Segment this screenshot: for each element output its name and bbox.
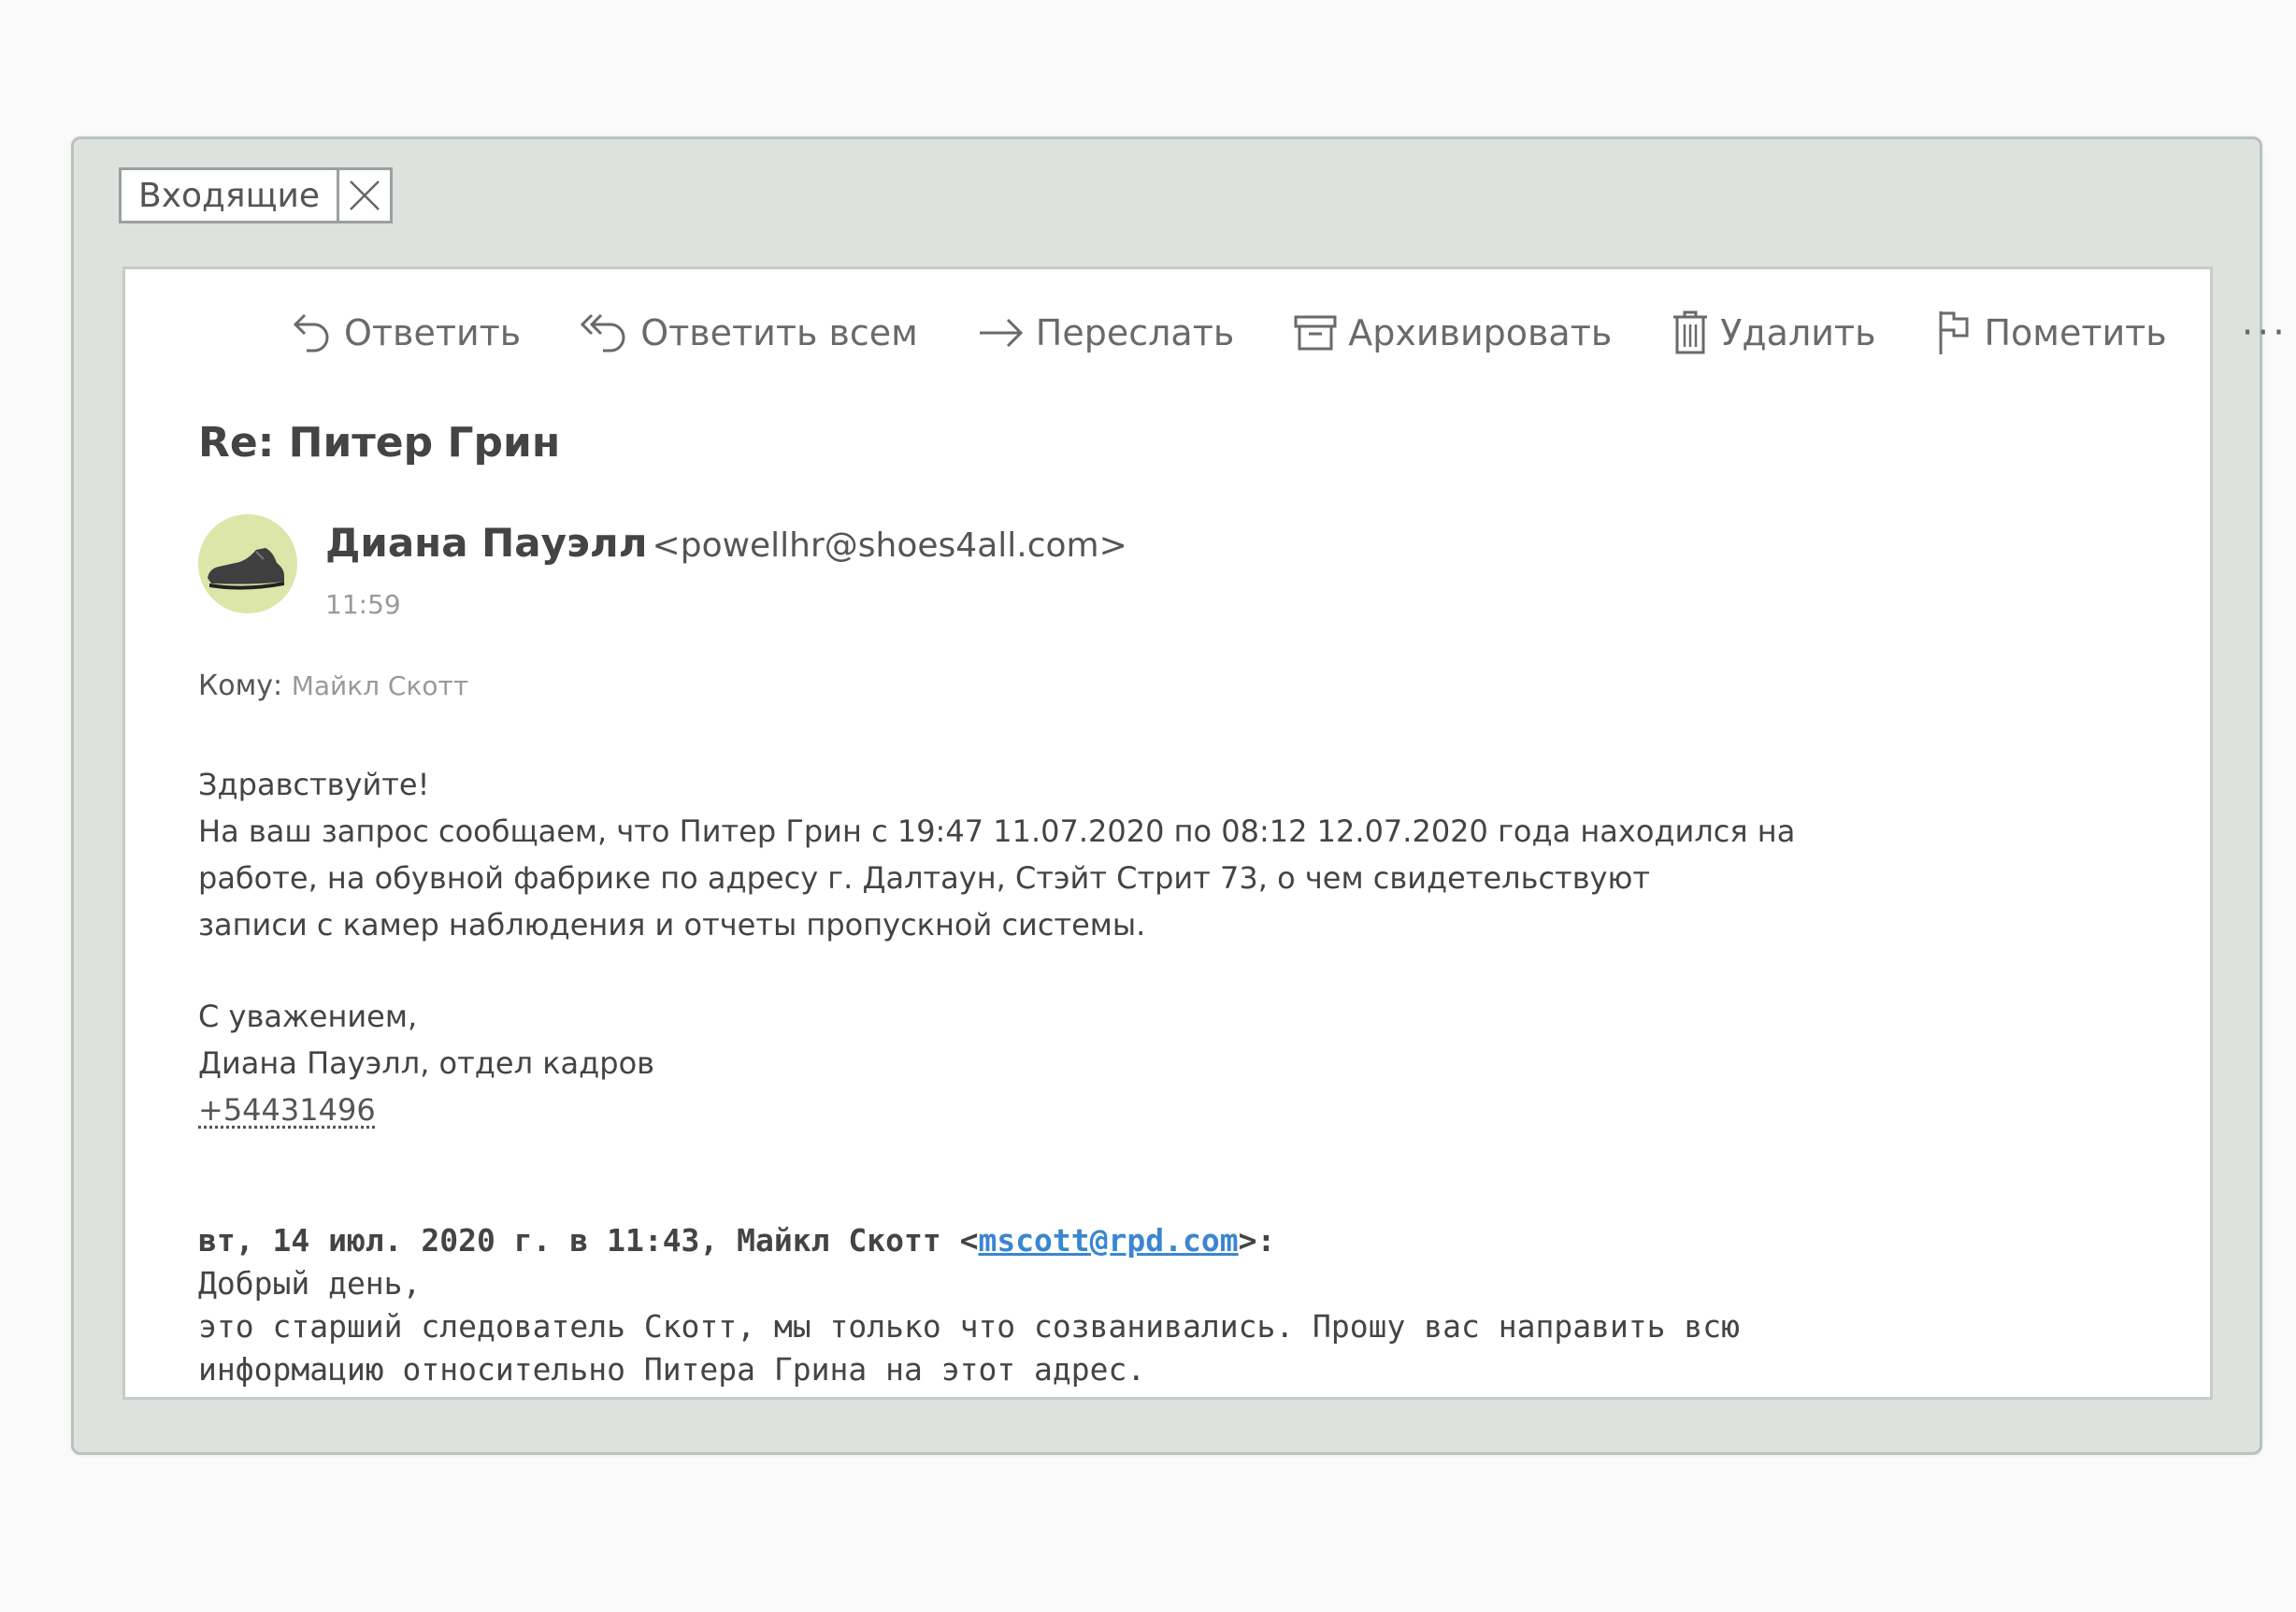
archive-button[interactable]: Архивировать <box>1292 309 1612 356</box>
page: Входящие Ответить Ответить всем Переслат… <box>0 0 2296 1612</box>
tab-inbox-label: Входящие <box>122 170 340 221</box>
delete-button[interactable]: Удалить <box>1670 308 1875 358</box>
flag-icon <box>1939 311 1969 354</box>
quoted-line: это старший следователь Скотт, мы только… <box>198 1308 1741 1345</box>
message-subject: Re: Питер Грин <box>198 419 561 467</box>
tab-close-button[interactable] <box>339 170 390 221</box>
sender-name: Диана Пауэлл <box>325 520 648 566</box>
body-line: работе, на обувной фабрике по адресу г. … <box>198 860 1651 896</box>
quoted-email-link[interactable]: mscott@rpd.com <box>978 1222 1238 1259</box>
archive-icon <box>1294 315 1337 351</box>
quoted-header: вт, 14 июл. 2020 г. в 11:43, Майкл Скотт… <box>198 1219 2161 1262</box>
body-signature: Диана Пауэлл, отдел кадров <box>198 1045 654 1081</box>
recipient-name[interactable]: Майкл Скотт <box>292 670 468 701</box>
reply-all-icon <box>581 313 625 353</box>
delete-label: Удалить <box>1720 312 1876 353</box>
body-closing: С уважением, <box>198 999 418 1034</box>
body-line: На ваш запрос сообщаем, что Питер Грин с… <box>198 813 1796 849</box>
quoted-message: вт, 14 июл. 2020 г. в 11:43, Майкл Скотт… <box>198 1219 2161 1391</box>
tab-inbox[interactable]: Входящие <box>119 167 394 223</box>
close-icon <box>350 180 380 210</box>
archive-label: Архивировать <box>1348 312 1613 353</box>
reply-icon <box>293 313 329 353</box>
reply-all-label: Ответить всем <box>640 312 918 353</box>
recipient-line: Кому: Майкл Скотт <box>198 669 468 702</box>
trash-icon <box>1673 310 1708 354</box>
flag-button[interactable]: Пометить <box>1933 308 2167 358</box>
body-line: записи с камер наблюдения и отчеты пропу… <box>198 907 1146 943</box>
shoe-icon <box>208 548 284 590</box>
more-options-button[interactable]: ··· <box>2242 311 2289 354</box>
message-body: Здравствуйте! На ваш запрос сообщаем, чт… <box>198 761 2161 1133</box>
reply-all-button[interactable]: Ответить всем <box>579 309 918 356</box>
recipient-label: Кому: <box>198 669 283 702</box>
message-panel: Ответить Ответить всем Переслать Архивир… <box>122 266 2285 1400</box>
message-time: 11:59 <box>325 589 401 620</box>
quoted-header-prefix: вт, 14 июл. 2020 г. в 11:43, Майкл Скотт… <box>198 1222 979 1259</box>
forward-button[interactable]: Переслать <box>976 309 1234 356</box>
quoted-header-suffix: >: <box>1238 1222 1276 1259</box>
reply-button[interactable]: Ответить <box>290 309 521 356</box>
body-greeting: Здравствуйте! <box>198 767 430 802</box>
mail-window: Входящие Ответить Ответить всем Переслат… <box>71 137 2285 1455</box>
reply-label: Ответить <box>344 312 522 353</box>
sender-email[interactable]: <powellhr@shoes4all.com> <box>653 526 1127 565</box>
phone-link[interactable]: +54431496 <box>198 1092 376 1128</box>
sender-line: Диана Пауэлл <powellhr@shoes4all.com> <box>325 520 1127 566</box>
forward-label: Переслать <box>1035 312 1235 353</box>
quoted-line: Добрый день, <box>198 1265 422 1302</box>
message-toolbar: Ответить Ответить всем Переслать Архивир… <box>290 295 2289 370</box>
avatar <box>198 514 297 613</box>
forward-arrow-icon <box>979 318 1023 348</box>
flag-label: Пометить <box>1984 312 2167 353</box>
quoted-line: информацию относительно Питера Грина на … <box>198 1351 1146 1388</box>
